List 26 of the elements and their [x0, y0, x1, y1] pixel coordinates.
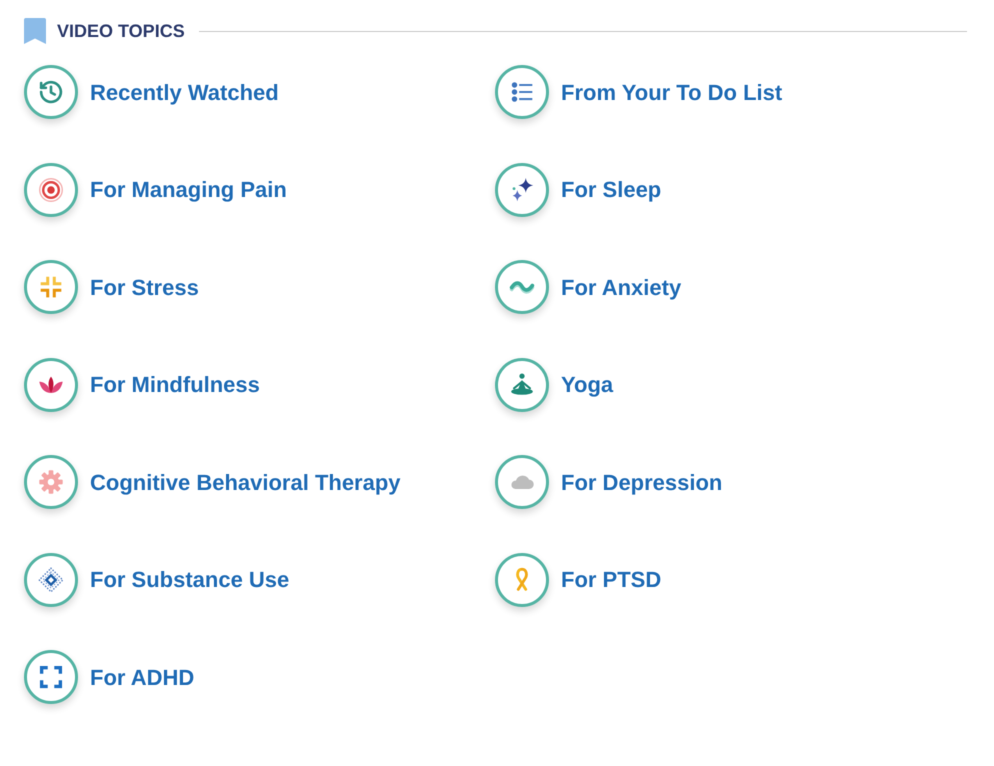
topic-link[interactable]: For Mindfulness	[24, 358, 260, 412]
topic-link[interactable]: For Substance Use	[24, 552, 290, 606]
gear-icon	[24, 455, 78, 509]
lotus-icon	[24, 358, 78, 412]
ribbon-icon	[495, 552, 549, 606]
topic-link[interactable]: Yoga	[495, 358, 614, 412]
meditation-icon	[495, 358, 549, 412]
topic-link[interactable]: For Stress	[24, 260, 199, 314]
cloud-icon	[495, 455, 549, 509]
wave-icon	[495, 260, 549, 314]
topic-link[interactable]: For Sleep	[495, 162, 662, 216]
topic-link[interactable]: For Anxiety	[495, 260, 682, 314]
topic-link[interactable]: Cognitive Behavioral Therapy	[24, 455, 401, 509]
topic-link[interactable]: For Managing Pain	[24, 162, 287, 216]
bookmark-icon	[24, 18, 46, 44]
corners-inward-icon	[24, 260, 78, 314]
topic-link[interactable]: From Your To Do List	[495, 65, 782, 119]
corner-brackets-icon	[24, 650, 78, 704]
topic-link[interactable]: Recently Watched	[24, 65, 279, 119]
topic-link[interactable]: For ADHD	[24, 650, 194, 704]
list-icon	[495, 65, 549, 119]
sparkle-icon	[495, 162, 549, 216]
topic-link[interactable]: For PTSD	[495, 552, 662, 606]
section-title: VIDEO TOPICS	[57, 22, 185, 40]
topic-link[interactable]: For Depression	[495, 455, 722, 509]
target-icon	[24, 162, 78, 216]
